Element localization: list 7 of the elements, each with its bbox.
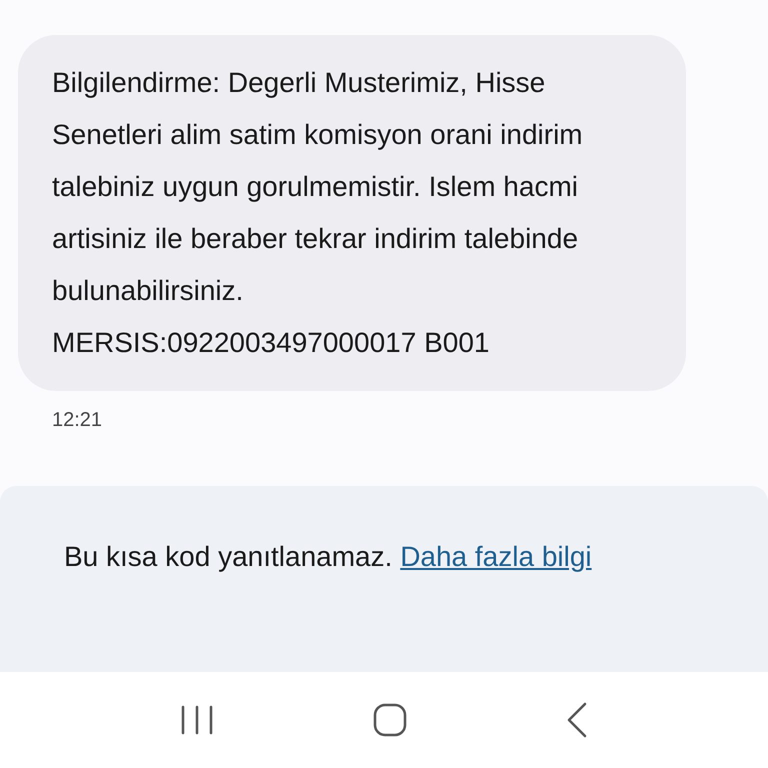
more-info-link[interactable]: Daha fazla bilgi xyxy=(400,541,592,572)
home-icon[interactable] xyxy=(372,703,407,737)
message-time: 12:21 xyxy=(52,408,102,433)
recent-apps-icon[interactable] xyxy=(180,705,214,735)
notice-text: Bu kısa kod yanıtlanamaz. Daha fazla bilgi xyxy=(64,540,593,574)
back-icon[interactable] xyxy=(566,702,588,738)
message-text: Bilgilendirme: Degerli Musterimiz, Hisse Senetleri alim satim komisyon orani indirim talebiniz uygun gorulmemistir. Islem hacmi artisiniz ile beraber tekrar indirim talebinde bulunabilirsiniz. MERSIS:0922003497000017 B001 xyxy=(52,66,584,360)
